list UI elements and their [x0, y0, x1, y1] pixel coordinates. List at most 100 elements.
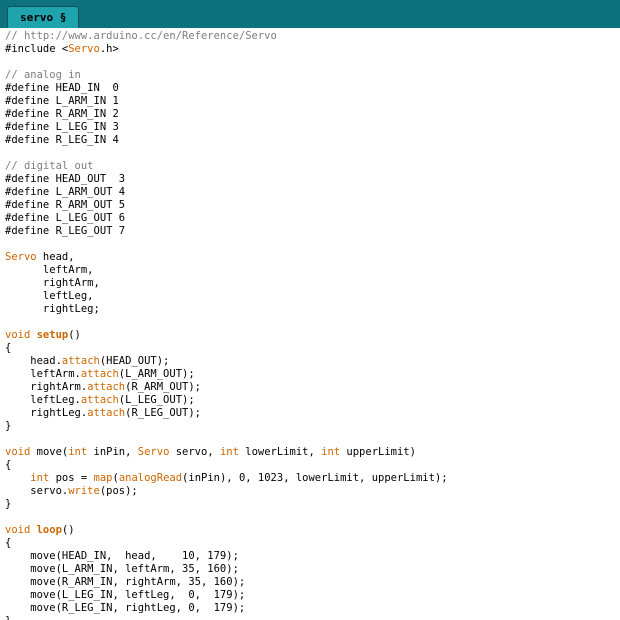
- code-token-plain: }: [5, 498, 12, 510]
- code-token-keyword: attach: [80, 368, 119, 380]
- code-token-plain: #define R_ARM_OUT 5: [5, 199, 126, 211]
- code-token-keyword: void: [5, 446, 31, 458]
- code-token-plain: move(HEAD_IN, head, 10, 179);: [5, 550, 239, 562]
- code-token-plain: move(L_LEG_IN, leftLeg, 0, 179);: [5, 589, 246, 601]
- code-token-keyword: int: [321, 446, 341, 458]
- code-token-plain: rightLeg.: [5, 407, 88, 419]
- code-token-plain: rightArm.: [5, 381, 88, 393]
- code-token-plain: (HEAD_OUT);: [99, 355, 170, 367]
- code-token-keyword: analogRead: [118, 472, 183, 484]
- code-token-plain: {: [5, 342, 12, 354]
- code-token-plain: rightArm,: [5, 277, 100, 289]
- code-line: rightLeg;: [5, 303, 620, 316]
- code-token-plain: servo.: [5, 485, 69, 497]
- code-line: #define L_ARM_OUT 4: [5, 186, 620, 199]
- code-token-plain: upperLimit): [340, 446, 416, 458]
- code-line: int pos = map(analogRead(inPin), 0, 1023…: [5, 472, 620, 485]
- code-content: // http://www.arduino.cc/en/Reference/Se…: [5, 30, 620, 620]
- code-token-keyword: int: [30, 472, 50, 484]
- code-token-comment: // analog in: [5, 69, 81, 81]
- code-line: void move(int inPin, Servo servo, int lo…: [5, 446, 620, 459]
- code-line: #define R_ARM_OUT 5: [5, 199, 620, 212]
- code-line: #include <Servo.h>: [5, 43, 620, 56]
- code-line: }: [5, 420, 620, 433]
- code-line: leftArm,: [5, 264, 620, 277]
- code-line: #define R_ARM_IN 2: [5, 108, 620, 121]
- code-token-plain: {: [5, 459, 12, 471]
- code-token-plain: leftLeg.: [5, 394, 81, 406]
- code-token-plain: head,: [36, 251, 75, 263]
- code-line: {: [5, 342, 620, 355]
- code-token-plain: pos =: [49, 472, 94, 484]
- code-token-plain: leftArm,: [5, 264, 94, 276]
- code-token-keyword: attach: [61, 355, 100, 367]
- code-line: #define HEAD_IN 0: [5, 82, 620, 95]
- code-line: head.attach(HEAD_OUT);: [5, 355, 620, 368]
- code-line: void setup(): [5, 329, 620, 342]
- code-line: // analog in: [5, 69, 620, 82]
- code-line: {: [5, 459, 620, 472]
- code-token-plain: #define HEAD_IN 0: [5, 82, 119, 94]
- code-line: void loop(): [5, 524, 620, 537]
- code-token-plain: #define R_ARM_IN 2: [5, 108, 119, 120]
- code-token-keyword: Servo: [68, 43, 100, 55]
- code-line: }: [5, 615, 620, 620]
- code-token-keyword: int: [68, 446, 88, 458]
- code-token-plain: }: [5, 615, 11, 620]
- code-line: move(L_ARM_IN, leftArm, 35, 160);: [5, 563, 620, 576]
- code-line: leftLeg,: [5, 290, 620, 303]
- code-token-plain: move(R_LEG_IN, rightLeg, 0, 179);: [5, 602, 246, 614]
- code-token-keyword: void: [5, 524, 37, 536]
- code-line: rightArm,: [5, 277, 620, 290]
- code-token-keyword: Servo: [5, 251, 37, 263]
- tab-servo[interactable]: servo §: [7, 6, 80, 28]
- code-token-plain: #include <: [5, 43, 69, 55]
- tab-bar: servo §: [0, 0, 620, 28]
- code-token-plain: head.: [5, 355, 62, 367]
- code-token-plain: #define HEAD_OUT 3: [5, 173, 126, 185]
- code-line: {: [5, 537, 620, 550]
- code-token-plain: (R_ARM_OUT);: [125, 381, 201, 393]
- code-token-comment: // http://www.arduino.cc/en/Reference/Se…: [5, 30, 277, 42]
- code-token-plain: (): [61, 524, 75, 536]
- code-token-plain: leftArm.: [5, 368, 81, 380]
- code-token-plain: move(: [30, 446, 69, 458]
- code-token-plain: #define R_LEG_IN 4: [5, 134, 119, 146]
- code-token-plain: }: [5, 420, 12, 432]
- code-line: move(HEAD_IN, head, 10, 179);: [5, 550, 620, 563]
- code-editor[interactable]: // http://www.arduino.cc/en/Reference/Se…: [0, 28, 620, 620]
- code-token-plain: move(L_ARM_IN, leftArm, 35, 160);: [5, 563, 239, 575]
- code-line: move(R_ARM_IN, rightArm, 35, 160);: [5, 576, 620, 589]
- code-token-plain: #define L_ARM_IN 1: [5, 95, 119, 107]
- code-token-keyword: int: [219, 446, 239, 458]
- code-token-plain: move(R_ARM_IN, rightArm, 35, 160);: [5, 576, 246, 588]
- code-line: #define L_ARM_IN 1: [5, 95, 620, 108]
- code-token-keyword: Servo: [137, 446, 170, 458]
- arduino-ide-window: servo § // http://www.arduino.cc/en/Refe…: [0, 0, 620, 620]
- code-line: #define L_LEG_IN 3: [5, 121, 620, 134]
- tab-label: servo §: [20, 11, 67, 24]
- code-token-plain: (L_LEG_OUT);: [118, 394, 195, 406]
- code-token-kwbold: setup: [36, 329, 69, 341]
- code-token-plain: (R_LEG_OUT);: [125, 407, 201, 419]
- code-line: rightArm.attach(R_ARM_OUT);: [5, 381, 620, 394]
- code-token-plain: .h>: [99, 43, 119, 55]
- code-token-plain: inPin,: [87, 446, 138, 458]
- code-token-keyword: write: [68, 485, 100, 497]
- code-token-keyword: attach: [87, 407, 126, 419]
- code-token-plain: #define R_LEG_OUT 7: [5, 225, 126, 237]
- code-line: #define L_LEG_OUT 6: [5, 212, 620, 225]
- code-token-keyword: void: [5, 329, 37, 341]
- code-token-keyword: attach: [80, 394, 119, 406]
- code-token-plain: (inPin), 0, 1023, lowerLimit, upperLimit…: [182, 472, 448, 484]
- code-token-plain: (): [68, 329, 81, 341]
- code-token-plain: (pos);: [99, 485, 138, 497]
- code-token-kwbold: loop: [36, 524, 62, 536]
- code-token-plain: leftLeg,: [5, 290, 94, 302]
